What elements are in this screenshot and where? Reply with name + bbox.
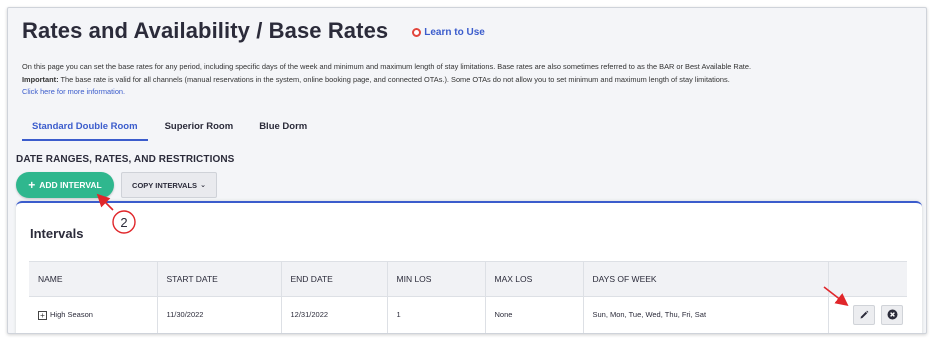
room-tabs: Standard Double Room Superior Room Blue … — [22, 115, 320, 141]
column-header-end-date: END DATE — [281, 261, 388, 297]
learn-to-use-label: Learn to Use — [424, 27, 485, 38]
column-header-start-date: START DATE — [157, 261, 282, 297]
important-label: Important: — [22, 74, 59, 84]
intervals-card: Intervals NAME START DATE END DATE MIN L… — [16, 201, 922, 333]
tab-standard-double-room[interactable]: Standard Double Room — [22, 115, 148, 141]
intervals-title: Intervals — [30, 226, 84, 241]
pencil-icon — [860, 310, 869, 319]
description-line-1: On this page you can set the base rates … — [22, 62, 752, 71]
page-frame: Rates and Availability / Base Rates Lear… — [7, 7, 927, 334]
learn-to-use-link[interactable]: Learn to Use — [412, 27, 485, 38]
column-header-days-of-week: DAYS OF WEEK — [583, 261, 829, 297]
edit-button[interactable] — [853, 304, 875, 325]
close-circle-icon — [887, 309, 897, 320]
column-header-name: NAME — [29, 261, 158, 297]
cell-actions — [828, 296, 908, 333]
column-header-max-los: MAX LOS — [485, 261, 584, 297]
plus-icon: + — [28, 178, 36, 192]
table-header-row: NAME START DATE END DATE MIN LOS MAX LOS… — [29, 261, 907, 297]
section-title: DATE RANGES, RATES, AND RESTRICTIONS — [16, 154, 235, 165]
tab-superior-room[interactable]: Superior Room — [152, 115, 247, 141]
description-line-2: Important: The base rate is valid for al… — [22, 74, 922, 87]
table-row: + High Season 11/30/2022 12/31/2022 1 Non… — [29, 296, 908, 333]
copy-intervals-button[interactable]: COPY INTERVALS ⌄ — [121, 172, 217, 198]
cell-end-date: 12/31/2022 — [281, 296, 388, 333]
important-text: The base rate is valid for all channels … — [58, 74, 730, 84]
more-info-link[interactable]: Click here for more information. — [22, 86, 922, 99]
copy-intervals-label: COPY INTERVALS — [132, 180, 198, 190]
cell-max-los: None — [485, 296, 584, 333]
tab-blue-dorm[interactable]: Blue Dorm — [246, 115, 320, 141]
delete-button[interactable] — [881, 304, 903, 325]
page-title: Rates and Availability / Base Rates — [22, 18, 389, 43]
learn-icon — [412, 28, 422, 37]
column-header-min-los: MIN LOS — [387, 261, 486, 297]
add-interval-button[interactable]: + ADD INTERVAL — [16, 172, 114, 198]
cell-name: + High Season — [29, 296, 158, 333]
expand-icon[interactable]: + — [38, 310, 47, 320]
cell-days-of-week: Sun, Mon, Tue, Wed, Thu, Fri, Sat — [583, 296, 829, 333]
chevron-down-icon: ⌄ — [200, 182, 206, 189]
add-interval-label: ADD INTERVAL — [39, 180, 102, 190]
interval-name: High Season — [50, 309, 93, 319]
page-description: On this page you can set the base rates … — [22, 61, 922, 99]
cell-start-date: 11/30/2022 — [157, 296, 282, 333]
row-actions — [838, 304, 908, 325]
intervals-table: NAME START DATE END DATE MIN LOS MAX LOS… — [29, 261, 907, 333]
title-row: Rates and Availability / Base Rates Lear… — [22, 18, 485, 44]
column-header-actions — [828, 261, 907, 297]
cell-min-los: 1 — [387, 296, 486, 333]
